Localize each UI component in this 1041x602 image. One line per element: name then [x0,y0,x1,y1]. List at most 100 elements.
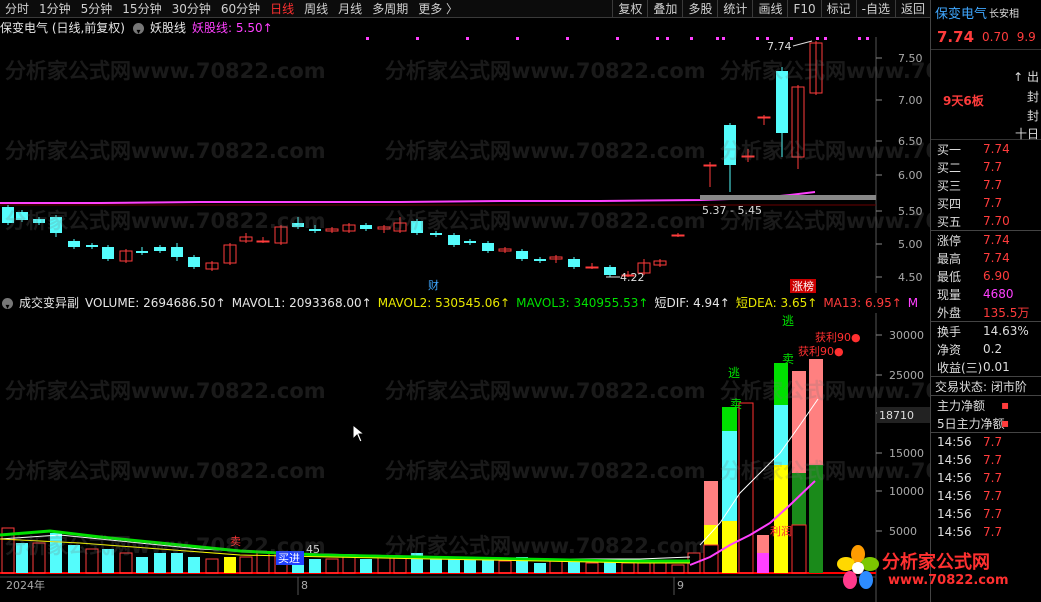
period-tab-5[interactable]: 60分钟 [216,0,265,18]
quote-pct: 9.9 [1016,29,1036,44]
vol-y-tick: 10000 [889,485,924,498]
candle-body [68,241,80,247]
volume-bar-segment [722,521,737,573]
profit-signal: 获利90● [798,345,844,358]
stock-title: 保变电气 (日线,前复权) [0,21,125,35]
candle-body [516,251,528,259]
volume-bar-segment [774,465,788,573]
volume-bar-segment [791,524,807,574]
m-value: M [907,296,919,310]
rp-stats-row: 最高 7.74 [931,249,1041,267]
row-label: 最低 [937,269,962,284]
toolbar-action-7[interactable]: -自选 [855,0,895,18]
candle-body [411,221,423,233]
signal-dot [824,37,827,40]
signal-dot [866,37,869,40]
candle-body [703,164,717,167]
signal-dot [616,37,619,40]
candle-body [188,257,200,267]
period-tab-0[interactable]: 分时 [0,0,34,18]
candle-body [604,267,616,275]
row-label: 14:56 [937,471,972,485]
toolbar-action-3[interactable]: 统计 [717,0,752,18]
candle-body [534,259,546,261]
signal-dot [466,37,469,40]
row-label: 主力净额 [937,398,986,413]
candle-body [568,259,580,267]
volume-bar [136,557,148,573]
y-tick-label: 7.50 [898,52,923,65]
period-tab-8[interactable]: 月线 [333,0,367,18]
rp-orders-row: 买二 7.7 [931,158,1041,176]
row-label: 买三 [937,178,962,193]
candle-body [102,247,114,259]
toolbar-actions: 复权 叠加 多股 统计 画线 F10 标记 -自选 返回 [612,0,930,18]
dif-value: 短DIF: 4.94↑ [654,296,730,310]
candlestick-chart[interactable]: 7.50 7.00 6.50 6.00 5.50 5.00 4.50 7.74 4.22 5.37… [0,37,930,293]
period-tab-3[interactable]: 15分钟 [117,0,166,18]
volume-bar [464,559,476,573]
volume-chart[interactable]: 3000025000200001500010000500018710逃卖逃卖获利… [0,313,930,602]
period-tab-9[interactable]: 多周期 [367,0,413,18]
volume-bar-segment [722,431,737,521]
price-range-label: 5.37 - 5.45 [702,204,762,217]
toolbar-action-2[interactable]: 多股 [682,0,717,18]
rp-trades-row: 14:56 7.7 [931,433,1041,451]
row-value: 7.74 [983,142,1010,156]
row-label: 外盘 [937,305,962,320]
trade-status: 交易状态: 闭市阶 [931,376,1041,396]
vol-y-tick: 5000 [889,525,917,538]
volume-bar-segment [792,371,806,473]
volume-bar [68,545,80,573]
volume-bar [498,560,512,574]
toolbar-action-6[interactable]: 标记 [820,0,856,18]
period-tab-6[interactable]: 日线 [265,0,299,18]
rp-trades-row: 14:56 7.7 [931,523,1041,541]
toolbar-action-0[interactable]: 复权 [612,0,647,18]
toolbar-action-5[interactable]: F10 [787,0,820,18]
candle-body [256,240,270,243]
row-label: 现量 [937,287,962,302]
volume-bar [585,562,599,574]
sell-signal-left: 卖 [230,535,241,548]
indicator-name[interactable]: 妖股线 [150,19,186,37]
sell-signal: 卖 [782,352,794,366]
volume-toggle-icon[interactable]: ▾ [2,297,13,311]
row-label: 14:56 [937,435,972,449]
mavol2-value: MAVOL2: 530545.06↑ [377,296,511,310]
capital-flows: 主力净额 ▪ 5日主力净额 ▪ [931,396,1041,432]
period-tab-1[interactable]: 1分钟 [34,0,76,18]
quote-price-row: 7.74 0.70 9.9 [931,24,1041,50]
row-label: 14:56 [937,489,972,503]
profit-signal: 获利90● [815,331,861,344]
mavol3-value: MAVOL3: 340955.53↑ [516,296,649,310]
toolbar-action-1[interactable]: 叠加 [647,0,682,18]
period-tab-2[interactable]: 5分钟 [76,0,118,18]
row-label: 14:56 [937,525,972,539]
row-label: 买五 [937,214,962,229]
signal-dot [416,37,419,40]
rp-stats2-row: 净资 0.2 [931,340,1041,358]
period-tab-4[interactable]: 30分钟 [167,0,216,18]
toolbar-action-4[interactable]: 画线 [752,0,787,18]
period-tab-10[interactable]: 更多 〉 [413,0,463,18]
sell-signal: 卖 [730,397,742,411]
rp-trades-row: 14:56 7.7 [931,487,1041,505]
tag-3: 十日 [1014,127,1039,141]
indicator-toggle-icon[interactable]: ▾ [133,22,144,36]
trade-ticks: 14:56 7.7 14:56 7.7 14:56 7.7 14:56 7.7 14:56 7.7… [931,433,1041,541]
volume-bar [239,556,253,574]
toolbar-action-8[interactable]: 返回 [894,0,930,18]
order-book: 买一 7.74 买二 7.7 买三 7.7 买四 7.7 买五 7.70 [931,140,1041,230]
signal-dot [666,37,669,40]
row-label: 换手 [937,324,962,339]
row-label: 14:56 [937,507,972,521]
site-logo: 分析家公式网 www.70822.com [832,540,1028,596]
row-label: 买四 [937,196,962,211]
period-tab-7[interactable]: 周线 [299,0,333,18]
volume-indicator-name[interactable]: 成交变异副 [19,294,79,312]
candle-body [154,247,166,251]
rp-stats-row: 涨停 7.74 [931,231,1041,249]
quote-stock-name[interactable]: 保变电气 [935,3,987,22]
volume-bar-segment [809,465,823,573]
